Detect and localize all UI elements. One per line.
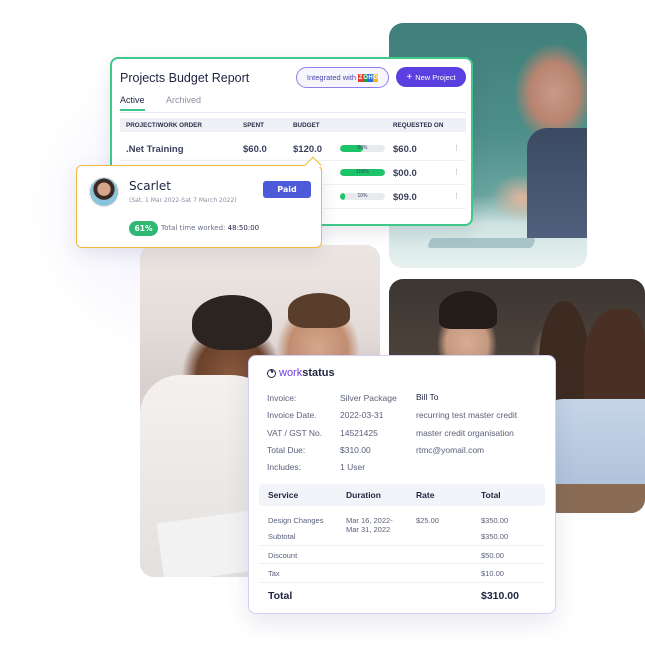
progress-bar: 10%: [340, 193, 385, 200]
column-total: Total: [481, 490, 501, 500]
includes-label: Includes:: [267, 462, 302, 472]
row-menu-icon[interactable]: ⋮: [453, 192, 460, 200]
photo-laptop: [427, 238, 536, 248]
vat-value: 14521425: [340, 428, 378, 438]
service-total: $350.00: [481, 516, 509, 525]
column-service: Service: [268, 490, 299, 500]
workstatus-logo: workstatus: [267, 367, 335, 379]
invoice-date-label: Invoice Date.: [267, 410, 317, 420]
user-name: Scarlet: [129, 179, 171, 193]
column-duration: Duration: [346, 490, 381, 500]
new-project-button[interactable]: + New Project: [396, 67, 466, 87]
logo-work-text: work: [279, 367, 303, 379]
bill-to-heading: Bill To: [416, 392, 439, 402]
logo-status-text: status: [302, 367, 335, 379]
service-name: Design Changes: [268, 516, 324, 525]
budget-report-title: Projects Budget Report: [120, 71, 250, 85]
column-budget: BUDGET: [293, 122, 320, 129]
service-table-header: Service Duration Rate Total: [259, 484, 545, 506]
row-budget: $120.0: [293, 144, 323, 155]
photo-hair: [288, 293, 350, 328]
progress-label: 10%: [357, 193, 368, 199]
column-requested-on: REQUESTED ON: [393, 122, 444, 129]
bill-to-email[interactable]: rtmc@yomail.com: [416, 445, 484, 455]
integrated-with-badge[interactable]: Integrated with Z O H O: [296, 67, 389, 88]
integrated-label: Integrated with: [306, 73, 357, 82]
duration-end: Mar 31, 2022: [346, 525, 391, 534]
divider: [259, 563, 545, 564]
progress-bar: 100%: [340, 169, 385, 176]
discount-value: $50.00: [481, 551, 504, 560]
budget-table-header: PROJECT/WORK ORDER SPENT BUDGET REQUESTE…: [120, 118, 466, 132]
progress-label: 100%: [356, 169, 369, 175]
row-project-name: .Net Training: [126, 144, 184, 155]
grand-total-label: Total: [268, 590, 293, 602]
invoice-date-value: 2022-03-31: [340, 410, 384, 420]
invoice-card: workstatus Invoice: Silver Package Invoi…: [248, 355, 556, 614]
date-range: (Sat, 1 Mar 2022-Sat 7 March 2022): [129, 197, 237, 204]
invoice-label: Invoice:: [267, 393, 297, 403]
column-rate: Rate: [416, 490, 435, 500]
column-spent: SPENT: [243, 122, 264, 129]
total-due-value: $310.00: [340, 445, 371, 455]
avatar: [89, 177, 119, 207]
row-requested: $00.0: [393, 168, 417, 179]
total-due-label: Total Due:: [267, 445, 306, 455]
includes-value: 1 User: [340, 462, 366, 472]
bill-to-line: recurring test master credit: [416, 410, 518, 420]
subtotal-label: Subtotal: [268, 532, 296, 541]
percent-badge: 61%: [129, 221, 158, 236]
bill-to-line: master credit organisation: [416, 428, 514, 438]
zoho-letter: O: [373, 73, 379, 82]
tax-value: $10.00: [481, 569, 504, 578]
service-rate: $25.00: [416, 516, 439, 525]
budget-tabs: Active Archived: [120, 95, 466, 113]
grand-total-value: $310.00: [481, 590, 519, 602]
vat-label: VAT / GST No.: [267, 428, 323, 438]
row-menu-icon[interactable]: ⋮: [453, 144, 460, 152]
photo-hair: [439, 291, 497, 329]
progress-bar: 50%: [340, 145, 385, 152]
row-requested: $60.0: [393, 144, 417, 155]
photo-hair: [192, 295, 272, 350]
table-row[interactable]: .Net Training $60.0 $120.0 50% $60.0 ⋮: [120, 137, 466, 161]
progress-label: 50%: [357, 145, 368, 151]
new-project-label: New Project: [415, 72, 456, 82]
subtotal-value: $350.00: [481, 532, 509, 541]
divider: [259, 545, 545, 546]
tab-active[interactable]: Active: [120, 95, 145, 111]
row-spent: $60.0: [243, 144, 267, 155]
invoice-value: Silver Package: [340, 393, 397, 403]
divider: [259, 582, 545, 583]
plus-icon: +: [406, 71, 413, 83]
time-worked: Total time worked: 48:50:00: [161, 224, 259, 232]
time-worked-value: 48:50:00: [227, 224, 260, 232]
discount-label: Discount: [268, 551, 298, 560]
duration-start: Mar 16, 2022-: [346, 516, 393, 525]
time-worked-label: Total time worked:: [161, 224, 226, 232]
photo-shirt: [527, 128, 587, 238]
tab-archived[interactable]: Archived: [166, 95, 201, 109]
tax-label: Tax: [268, 569, 280, 578]
paid-button[interactable]: Paid: [263, 181, 311, 198]
row-menu-icon[interactable]: ⋮: [453, 168, 460, 176]
timesheet-popup-card: Scarlet (Sat, 1 Mar 2022-Sat 7 March 202…: [76, 156, 322, 248]
zoho-logo-icon: Z O H O: [358, 73, 379, 82]
clock-icon: [267, 368, 276, 378]
row-requested: $09.0: [393, 192, 417, 203]
column-project: PROJECT/WORK ORDER: [126, 122, 202, 129]
